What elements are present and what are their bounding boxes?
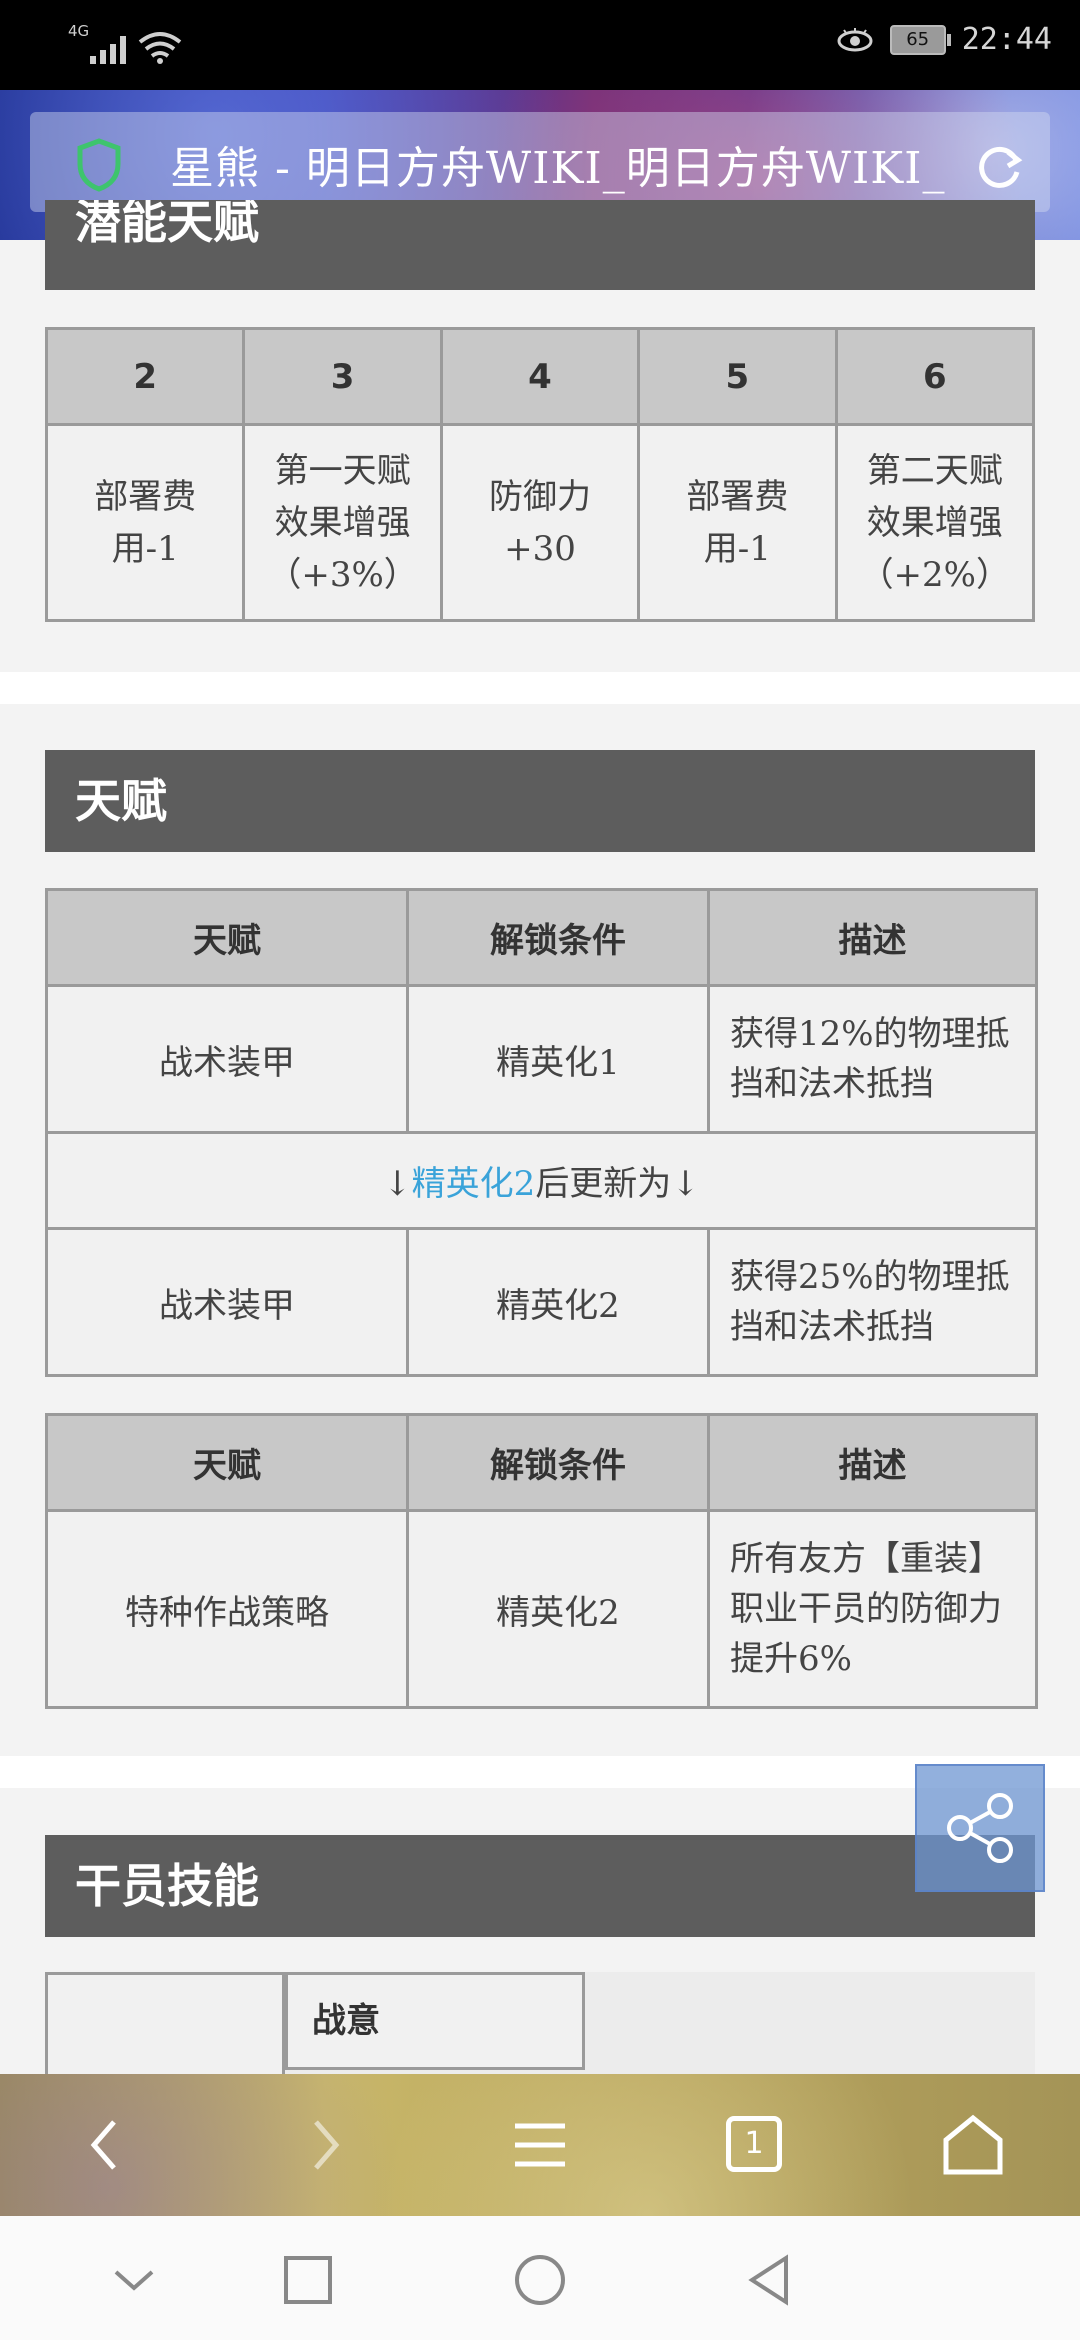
talent-header: 天赋	[45, 1413, 409, 1512]
share-button[interactable]	[915, 1764, 1045, 1892]
recents-icon[interactable]	[278, 2250, 338, 2310]
share-icon	[947, 1793, 1013, 1863]
talent-unlock: 精英化2	[406, 1227, 710, 1377]
potential-cell: 部署费 用-1	[44, 423, 246, 622]
skill-icon-cell	[45, 1972, 285, 2074]
talent-header: 描述	[707, 888, 1038, 987]
talent-header: 解锁条件	[406, 888, 710, 987]
talent-header: 天赋	[45, 888, 409, 987]
collapse-icon[interactable]	[104, 2250, 164, 2310]
url-overlay	[0, 90, 1080, 240]
potential-cell: 部署费 用-1	[637, 423, 838, 622]
talent-unlock: 精英化2	[406, 1509, 710, 1709]
talent-description: 获得12%的物理抵挡和法术抵挡	[707, 984, 1038, 1134]
skill-section-title: 干员技能	[45, 1835, 1035, 1937]
home-nav-icon[interactable]	[510, 2250, 570, 2310]
network-type: 4G	[68, 22, 90, 40]
talent-update-note: ↓精英化2后更新为↓	[45, 1131, 1038, 1230]
potential-cell: 第一天赋 效果增强 （+3%）	[242, 423, 443, 622]
tabs-button[interactable]: 1	[726, 2116, 782, 2172]
table-row: ↓精英化2后更新为↓	[45, 1131, 1038, 1230]
potential-header: 6	[834, 327, 1036, 426]
elite-2-link[interactable]: 精英化2	[412, 1164, 536, 1204]
forward-icon[interactable]	[288, 2110, 358, 2180]
talent-name: 战术装甲	[45, 984, 409, 1134]
back-nav-icon[interactable]	[740, 2250, 800, 2310]
talent-table-1: 天赋 解锁条件 描述 战术装甲 精英化1 获得12%的物理抵挡和法术抵挡 ↓精英…	[45, 888, 1038, 1377]
clock: 22:44	[961, 22, 1052, 57]
potential-header: 4	[439, 327, 641, 426]
talent-table-2: 天赋 解锁条件 描述 特种作战策略 精英化2 所有友方【重装】职业干员的防御力提…	[45, 1413, 1038, 1709]
eye-comfort-icon	[837, 27, 873, 51]
status-bar: 4G 65 22:44	[0, 0, 1080, 90]
talent-name: 特种作战策略	[45, 1509, 409, 1709]
wifi-icon	[138, 32, 182, 64]
talent-description: 所有友方【重装】职业干员的防御力提升6%	[707, 1509, 1038, 1709]
talent-section-title: 天赋	[45, 750, 1035, 852]
potential-header: 2	[44, 327, 246, 426]
potential-table: 2 3 4 5 6 部署费 用-1 第一天赋 效果增强 （+3%） 防御力 +3…	[44, 327, 1036, 622]
potential-header: 3	[242, 327, 443, 426]
table-row: 特种作战策略 精英化2 所有友方【重装】职业干员的防御力提升6%	[45, 1509, 1038, 1709]
talent-description: 获得25%的物理抵挡和法术抵挡	[707, 1227, 1038, 1377]
skill-name: 战意	[285, 1972, 585, 2070]
talent-name: 战术装甲	[45, 1227, 409, 1377]
menu-icon[interactable]	[505, 2110, 575, 2180]
home-icon[interactable]	[938, 2110, 1008, 2180]
potential-cell: 防御力 +30	[439, 423, 641, 622]
table-row: 战术装甲 精英化2 获得25%的物理抵挡和法术抵挡	[45, 1227, 1038, 1377]
back-icon[interactable]	[72, 2110, 142, 2180]
status-right: 65 22:44	[836, 22, 1052, 57]
potential-header: 5	[637, 327, 838, 426]
signal-icon	[90, 36, 126, 64]
battery-indicator: 65	[889, 24, 951, 55]
table-row: 战术装甲 精英化1 获得12%的物理抵挡和法术抵挡	[45, 984, 1038, 1134]
section-divider	[0, 672, 1080, 704]
talent-header: 描述	[707, 1413, 1038, 1512]
talent-header: 解锁条件	[406, 1413, 710, 1512]
potential-cell: 第二天赋 效果增强 （+2%）	[834, 423, 1036, 622]
talent-unlock: 精英化1	[406, 984, 710, 1134]
